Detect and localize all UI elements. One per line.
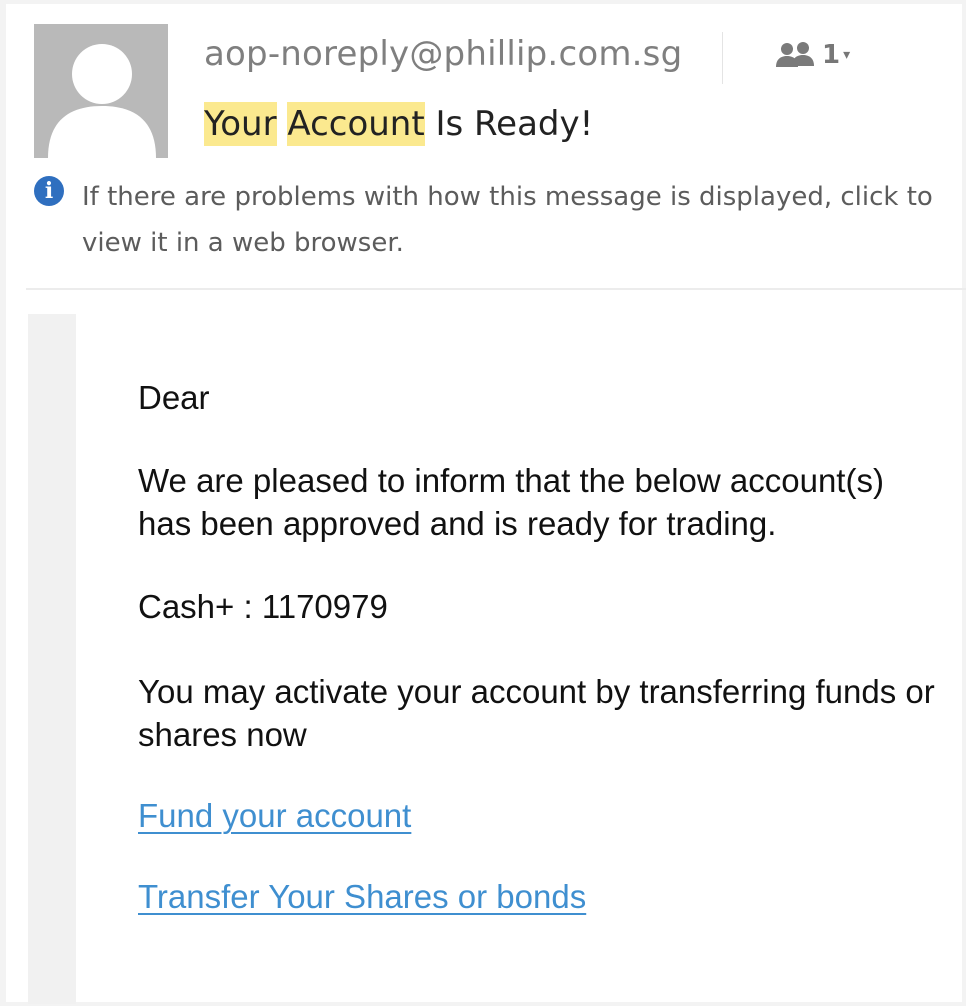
transfer-shares-link[interactable]: Transfer Your Shares or bonds [138, 875, 586, 918]
subject-rest: Is Ready! [435, 104, 594, 144]
account-line: Cash+ : 1170979 [138, 585, 938, 628]
recipients-button[interactable]: 1 ▾ [774, 40, 850, 70]
email-reading-pane: aop-noreply@phillip.com.sg 1 ▾ Your Acco… [6, 4, 966, 1004]
fund-account-link[interactable]: Fund your account [138, 794, 411, 837]
subject-highlight-2: Account [287, 102, 425, 146]
info-icon: i [34, 176, 64, 206]
person-silhouette-icon [34, 24, 168, 158]
approval-paragraph: We are pleased to inform that the below … [138, 462, 884, 542]
account-number: : 1170979 [243, 588, 388, 625]
message-left-gutter [28, 314, 76, 1004]
recipients-count: 1 [822, 40, 841, 70]
info-bar-text[interactable]: If there are problems with how this mess… [82, 174, 962, 266]
sender-avatar [34, 24, 168, 158]
account-label: Cash+ [138, 588, 235, 625]
people-icon [776, 42, 814, 67]
header-separator [26, 288, 966, 290]
email-subject: Your Account Is Ready! [204, 102, 594, 146]
header-divider [722, 32, 723, 84]
chevron-down-icon: ▾ [843, 47, 851, 63]
subject-highlight-1: Your [204, 102, 277, 146]
activation-paragraph: You may activate your account by transfe… [138, 673, 935, 753]
greeting: Dear [138, 379, 210, 416]
sender-address[interactable]: aop-noreply@phillip.com.sg [204, 34, 682, 74]
message-body: Dear We are pleased to inform that the b… [138, 376, 938, 918]
